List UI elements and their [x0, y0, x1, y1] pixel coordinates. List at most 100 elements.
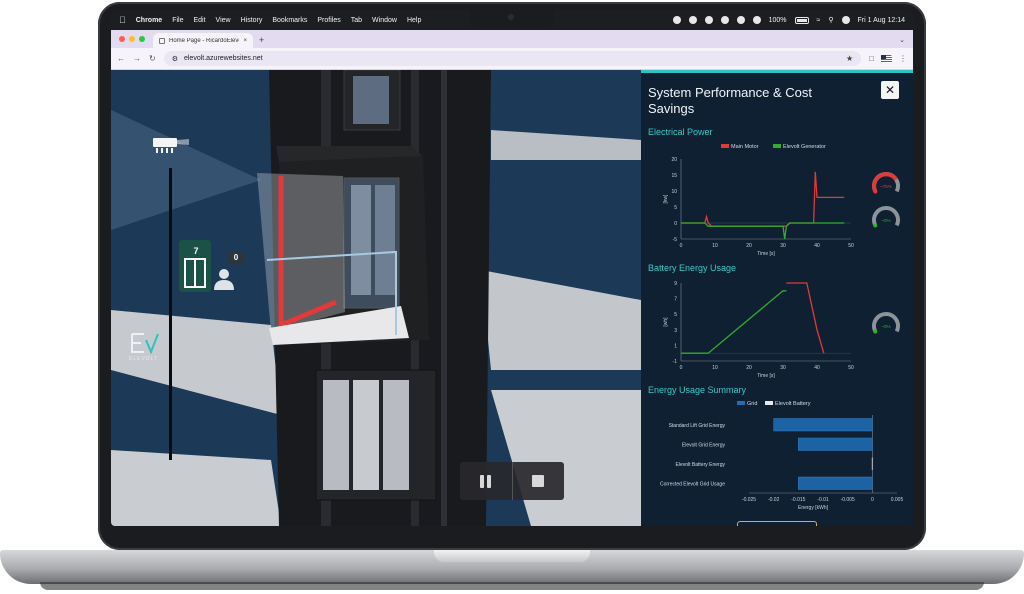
- menu-bookmarks[interactable]: Bookmarks: [272, 17, 307, 24]
- category-label: Corrected Elevolt Grid Usage: [660, 481, 725, 487]
- close-panel-button[interactable]: ✕: [881, 81, 899, 99]
- legend-label-1: Elevolt Battery: [775, 401, 811, 407]
- status-icon-6[interactable]: [752, 16, 761, 24]
- minimize-window-button[interactable]: [129, 36, 135, 42]
- cabin-glass-1: [351, 185, 371, 295]
- x-tick-label: 0: [680, 365, 683, 371]
- elevator-3d-scene[interactable]: [111, 70, 641, 526]
- series-line-0: [681, 171, 845, 227]
- x-axis-label: Time [s]: [757, 251, 775, 257]
- y-tick-label: 10: [671, 189, 677, 195]
- lower-door-panel-3: [383, 380, 409, 490]
- x-tick-label: 20: [746, 243, 752, 249]
- x-tick-label: 40: [814, 243, 820, 249]
- gauge-label: ~0%: [881, 324, 890, 329]
- x-tick-label: 30: [780, 243, 786, 249]
- category-label: Standard Lift Grid Energy: [669, 423, 726, 429]
- menu-profiles[interactable]: Profiles: [317, 17, 340, 24]
- lift-door-icon: [184, 258, 206, 288]
- toolbar-right: □ ⋮: [869, 54, 907, 63]
- y-tick-label: -1: [673, 359, 678, 365]
- gauge-label: ~0%: [881, 218, 890, 223]
- camera-notch: [470, 10, 554, 28]
- close-window-button[interactable]: [119, 36, 125, 42]
- gauge-indicator-dot: [873, 329, 878, 334]
- x-tick-label: -0.015: [791, 497, 805, 503]
- wifi-icon[interactable]: ≈: [817, 17, 821, 24]
- menu-help[interactable]: Help: [407, 17, 421, 24]
- status-icon-4[interactable]: [720, 16, 729, 24]
- bar-0: [798, 437, 873, 451]
- x-tick-label: -0.025: [742, 497, 756, 503]
- tab-close-icon[interactable]: ×: [243, 38, 247, 44]
- series-line-1: [786, 282, 825, 354]
- lower-door-panel-2: [353, 380, 379, 490]
- site-info-icon[interactable]: ⚙: [172, 55, 178, 63]
- legend-label-0: Grid: [747, 401, 757, 407]
- window-controls: [119, 36, 145, 42]
- bar-0: [798, 476, 873, 490]
- energy-summary-chart: Grid Elevolt Battery Standard Lift Grid En…: [660, 401, 903, 511]
- screen:  Chrome File Edit View History Bookmark…: [111, 10, 913, 526]
- bookmark-star-icon[interactable]: ★: [846, 54, 853, 63]
- summary-button[interactable]: [737, 521, 817, 526]
- status-icon-1[interactable]: [672, 16, 681, 24]
- performance-panel: System Performance & Cost Savings ✕ Elec…: [641, 70, 913, 526]
- menu-tab[interactable]: Tab: [351, 17, 362, 24]
- playback-controls: [460, 462, 564, 500]
- y-tick-label: 3: [674, 328, 677, 334]
- x-tick-label: 0: [680, 243, 683, 249]
- bar-1: [871, 457, 873, 470]
- battery-energy-title: Battery Energy Usage: [648, 263, 737, 273]
- menu-edit[interactable]: Edit: [193, 17, 205, 24]
- search-icon[interactable]: ⚲: [828, 16, 833, 24]
- legend-swatch-0: [721, 144, 729, 148]
- menu-view[interactable]: View: [216, 17, 231, 24]
- upper-window-glass: [353, 76, 389, 124]
- y-tick-label: 1: [674, 343, 677, 349]
- address-bar[interactable]: ⚙ elevolt.azurewebsites.net ★: [163, 51, 862, 66]
- reload-icon[interactable]: ↻: [149, 54, 156, 63]
- legend-swatch-0: [737, 401, 745, 405]
- y-tick-label: -5: [673, 237, 678, 243]
- x-tick-label: 50: [848, 243, 854, 249]
- apple-icon[interactable]: : [119, 15, 126, 25]
- menu-clock[interactable]: Fri 1 Aug 12:14: [858, 17, 905, 24]
- laptop-base-foot: [40, 582, 984, 590]
- category-label: Elevolt Grid Energy: [682, 442, 726, 448]
- extensions-icon[interactable]: □: [869, 54, 874, 63]
- forward-arrow-icon[interactable]: →: [133, 54, 141, 63]
- more-options-icon[interactable]: ⋮: [899, 54, 907, 63]
- back-arrow-icon[interactable]: ←: [117, 54, 125, 63]
- x-tick-label: -0.02: [768, 497, 780, 503]
- menu-app-name[interactable]: Chrome: [136, 17, 162, 24]
- menu-window[interactable]: Window: [372, 17, 397, 24]
- menu-extras: 100% ≈ ⚲ Fri 1 Aug 12:14: [672, 16, 905, 24]
- legend-swatch-1: [773, 144, 781, 148]
- tab-search-chevron-icon[interactable]: ⌄: [899, 36, 905, 44]
- stop-button[interactable]: [511, 462, 565, 500]
- tab-home-page[interactable]: Home Page - RicardoElevolt ×: [153, 33, 253, 48]
- url-text[interactable]: elevolt.azurewebsites.net: [184, 55, 263, 62]
- profile-flag-icon[interactable]: [881, 54, 892, 63]
- battery-percent: 100%: [768, 16, 787, 24]
- legend-label-0: Main Motor: [731, 144, 759, 150]
- battery-icon[interactable]: [794, 16, 809, 24]
- control-center-icon[interactable]: [841, 16, 850, 24]
- y-tick-label: 0: [674, 221, 677, 227]
- menu-file[interactable]: File: [172, 17, 183, 24]
- menu-history[interactable]: History: [241, 17, 263, 24]
- stop-icon: [532, 475, 545, 487]
- new-tab-button[interactable]: +: [259, 35, 264, 45]
- y-axis-label: [wh]: [663, 317, 669, 327]
- pause-button[interactable]: [460, 462, 512, 500]
- y-tick-label: 15: [671, 173, 677, 179]
- pause-icon: [480, 474, 485, 488]
- zoom-window-button[interactable]: [139, 36, 145, 42]
- status-icon-2[interactable]: [688, 16, 697, 24]
- y-tick-label: 7: [674, 297, 677, 303]
- laptop-mockup:  Chrome File Edit View History Bookmark…: [0, 0, 1024, 594]
- status-icon-3[interactable]: [704, 16, 713, 24]
- legend-swatch-1: [765, 401, 773, 405]
- status-icon-5[interactable]: [736, 16, 745, 24]
